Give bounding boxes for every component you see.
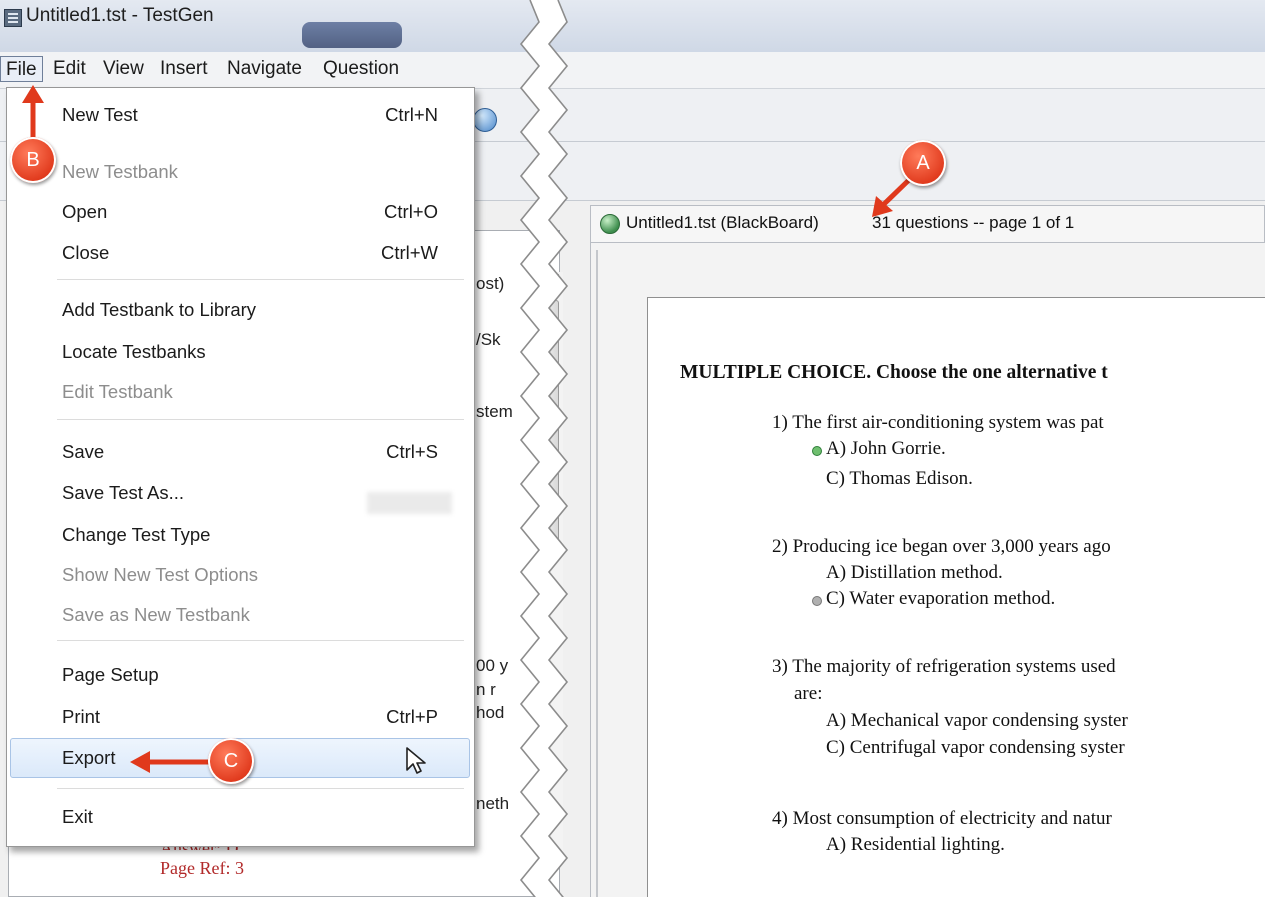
question-stem: 1) The first air-conditioning system was… <box>772 412 1104 433</box>
menu-item-new-testbank: New Testbank <box>62 161 178 182</box>
menu-item-edit-testbank: Edit Testbank <box>62 381 173 402</box>
menu-separator <box>57 788 464 789</box>
page-ref-label: Page Ref: 3 <box>160 858 244 878</box>
blurred-region <box>367 492 452 514</box>
shortcut-label: Ctrl+S <box>386 441 438 462</box>
question-stem-cont: are: <box>794 683 823 704</box>
answer-option: C) Thomas Edison. <box>826 468 973 489</box>
menu-item-open[interactable]: Open <box>62 195 107 229</box>
shortcut-label: Ctrl+N <box>385 104 438 125</box>
menu-edit[interactable]: Edit <box>48 56 91 82</box>
menu-item-page-setup[interactable]: Page Setup <box>62 658 159 692</box>
correct-answer-icon <box>812 446 822 456</box>
menu-item-print[interactable]: Print <box>62 700 100 734</box>
answer-option: C) Water evaporation method. <box>826 588 1056 609</box>
frame-divider <box>596 250 598 897</box>
help-icon[interactable] <box>473 108 497 132</box>
answer-option: A) Mechanical vapor condensing syster <box>826 710 1128 731</box>
menu-bar: File Edit View Insert Navigate Question <box>0 52 560 89</box>
menu-item-save[interactable]: Save <box>62 435 104 469</box>
shortcut-label: Ctrl+W <box>380 242 438 263</box>
document-tab-info: 31 questions -- page 1 of 1 <box>872 213 1075 232</box>
menu-bar <box>560 52 1265 89</box>
menu-separator <box>57 640 464 641</box>
menu-separator <box>57 279 464 280</box>
menu-insert[interactable]: Insert <box>155 56 213 82</box>
question-stem: 2) Producing ice began over 3,000 years … <box>772 536 1111 557</box>
title-bar <box>560 0 1265 52</box>
shortcut-label: Ctrl+P <box>386 706 438 727</box>
menu-navigate[interactable]: Navigate <box>222 56 307 82</box>
window-title: Untitled1.tst - TestGen <box>26 5 214 26</box>
document-tab-title[interactable]: Untitled1.tst (BlackBoard) <box>626 213 819 233</box>
menu-item-new-test[interactable]: New Test <box>62 98 138 132</box>
menu-item-locate-testbanks[interactable]: Locate Testbanks <box>62 335 206 369</box>
page-break-zigzag <box>519 0 569 897</box>
menu-item-exit[interactable]: Exit <box>62 800 93 834</box>
answer-option: A) John Gorrie. <box>826 438 946 459</box>
menu-file[interactable]: File <box>0 56 43 82</box>
menu-separator <box>57 419 464 420</box>
menu-item-show-new-test-options: Show New Test Options <box>62 564 259 585</box>
menu-item-close[interactable]: Close <box>62 236 109 270</box>
answer-option: A) Distillation method. <box>826 562 1003 583</box>
answer-option: A) Residential lighting. <box>826 834 1005 855</box>
correct-answer-icon <box>812 596 822 606</box>
file-menu: New Test Ctrl+N New Testbank Open Ctrl+O… <box>6 87 475 847</box>
question-stem: 4) Most consumption of electricity and n… <box>772 808 1112 829</box>
title-bar: Untitled1.tst - TestGen <box>0 0 560 52</box>
answer-option: C) Centrifugal vapor condensing syster <box>826 737 1125 758</box>
section-heading: MULTIPLE CHOICE. Choose the one alternat… <box>680 362 1108 383</box>
mouse-cursor-icon <box>406 747 426 774</box>
callout-c: C <box>208 738 254 784</box>
question-stem: 3) The majority of refrigeration systems… <box>772 656 1116 677</box>
menu-item-save-test-as[interactable]: Save Test As... <box>62 476 184 510</box>
menu-item-add-testbank[interactable]: Add Testbank to Library <box>62 293 256 327</box>
callout-a: A <box>900 140 946 186</box>
shortcut-label: Ctrl+O <box>384 201 438 222</box>
callout-b: B <box>10 137 56 183</box>
document-window: Untitled1.tst (BlackBoard) 31 questions … <box>560 0 1265 897</box>
title-bar-button <box>302 22 402 48</box>
menu-item-export[interactable]: Export <box>62 741 115 775</box>
menu-item-save-new-testbank: Save as New Testbank <box>62 604 250 625</box>
globe-icon <box>600 214 620 234</box>
toolbar <box>560 89 1265 142</box>
app-icon[interactable] <box>4 9 22 27</box>
menu-view[interactable]: View <box>98 56 149 82</box>
menu-question[interactable]: Question <box>318 56 404 82</box>
test-page: MULTIPLE CHOICE. Choose the one alternat… <box>647 297 1265 897</box>
menu-item-change-test-type[interactable]: Change Test Type <box>62 518 210 552</box>
